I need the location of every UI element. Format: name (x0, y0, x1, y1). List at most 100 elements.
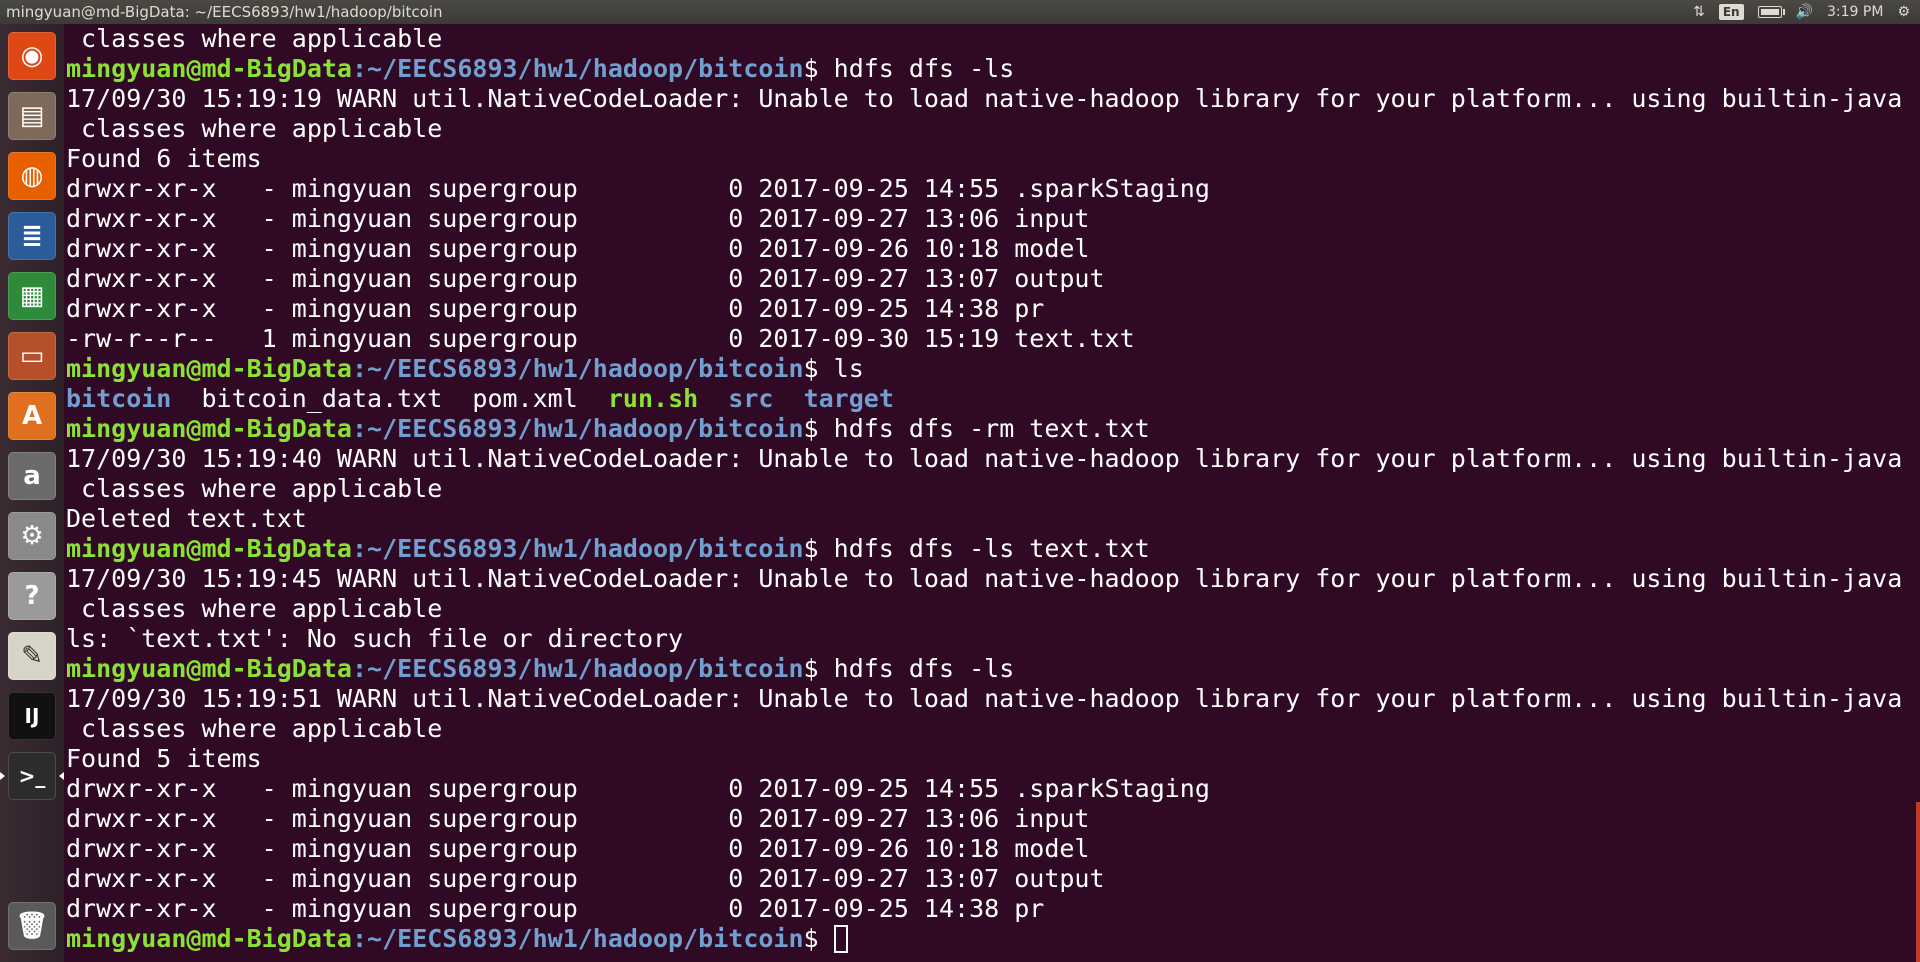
indicator-area: ⇅ En 🔊 3:19 PM ⚙ (1693, 4, 1920, 20)
window-title: mingyuan@md-BigData: ~/EECS6893/hw1/hado… (6, 3, 443, 21)
top-panel: mingyuan@md-BigData: ~/EECS6893/hw1/hado… (0, 0, 1920, 24)
ubuntu-dash-icon-glyph: ◉ (20, 41, 44, 71)
keyboard-layout-indicator[interactable]: En (1718, 4, 1744, 20)
command-text: hdfs dfs -ls text.txt (833, 534, 1150, 563)
prompt-user-host: mingyuan@md-BigData (66, 414, 352, 443)
output-text: classes where applicable (66, 474, 443, 503)
terminal-line: Found 5 items (66, 744, 1920, 774)
command-text: ls (833, 354, 864, 383)
text-editor-icon[interactable]: ✎ (8, 632, 56, 680)
settings-icon[interactable]: ⚙ (1897, 4, 1910, 20)
files-icon-glyph: ▤ (19, 101, 45, 131)
prompt-path: :~/EECS6893/hw1/hadoop/bitcoin (351, 354, 804, 383)
software-center-icon[interactable]: A (8, 392, 56, 440)
files-icon[interactable]: ▤ (8, 92, 56, 140)
terminal-line: drwxr-xr-x - mingyuan supergroup 0 2017-… (66, 894, 1920, 924)
output-text: drwxr-xr-x - mingyuan supergroup 0 2017-… (66, 864, 1105, 893)
output-text: 17/09/30 15:19:45 WARN util.NativeCodeLo… (66, 564, 1903, 593)
ls-spacer (773, 384, 803, 413)
ls-spacer (442, 384, 472, 413)
amazon-icon-glyph: a (23, 461, 41, 491)
terminal-line: Found 6 items (66, 144, 1920, 174)
prompt-path: :~/EECS6893/hw1/hadoop/bitcoin (351, 924, 804, 953)
prompt-path: :~/EECS6893/hw1/hadoop/bitcoin (351, 654, 804, 683)
software-center-icon-glyph: A (21, 401, 43, 431)
output-text: drwxr-xr-x - mingyuan supergroup 0 2017-… (66, 804, 1090, 833)
terminal-line: 17/09/30 15:19:40 WARN util.NativeCodeLo… (66, 444, 1920, 474)
ls-directory: bitcoin (66, 384, 172, 413)
ls-executable: run.sh (607, 384, 699, 413)
firefox-icon-glyph: ◍ (20, 161, 44, 191)
help-icon-glyph: ? (24, 581, 40, 611)
terminal-line: drwxr-xr-x - mingyuan supergroup 0 2017-… (66, 174, 1920, 204)
terminal-line: -rw-r--r-- 1 mingyuan supergroup 0 2017-… (66, 324, 1920, 354)
output-text: 17/09/30 15:19:51 WARN util.NativeCodeLo… (66, 684, 1903, 713)
command-text: hdfs dfs -ls (833, 654, 1015, 683)
command-text: hdfs dfs -ls (833, 54, 1015, 83)
terminal-line: classes where applicable (66, 714, 1920, 744)
prompt-sign: $ (803, 924, 834, 953)
text-cursor[interactable] (833, 925, 848, 953)
ubuntu-dash-icon[interactable]: ◉ (8, 32, 56, 80)
prompt-user-host: mingyuan@md-BigData (66, 354, 352, 383)
output-text: classes where applicable (66, 714, 443, 743)
trash-icon[interactable]: 🗑 (8, 902, 56, 950)
output-text: classes where applicable (66, 24, 443, 53)
output-text: Found 5 items (66, 744, 262, 773)
terminal-line: drwxr-xr-x - mingyuan supergroup 0 2017-… (66, 864, 1920, 894)
terminal-line: mingyuan@md-BigData:~/EECS6893/hw1/hadoo… (66, 534, 1920, 564)
output-text: drwxr-xr-x - mingyuan supergroup 0 2017-… (66, 264, 1105, 293)
libreoffice-writer-icon-glyph: ≣ (21, 221, 43, 251)
terminal-line: mingyuan@md-BigData:~/EECS6893/hw1/hadoo… (66, 414, 1920, 444)
intellij-icon-glyph: IJ (24, 704, 40, 728)
prompt-sign: $ (803, 54, 834, 83)
output-text: classes where applicable (66, 114, 443, 143)
terminal-line: drwxr-xr-x - mingyuan supergroup 0 2017-… (66, 294, 1920, 324)
launcher: ◉ ▤ ◍ ≣ ▦ ▭ Aa ⚙? ✎ IJ >_ 🗑 (0, 24, 65, 962)
output-text: drwxr-xr-x - mingyuan supergroup 0 2017-… (66, 294, 1045, 323)
scrollbar[interactable] (1916, 802, 1920, 962)
output-text: 17/09/30 15:19:40 WARN util.NativeCodeLo… (66, 444, 1903, 473)
network-icon[interactable]: ⇅ (1693, 4, 1705, 20)
terminal-line: 17/09/30 15:19:45 WARN util.NativeCodeLo… (66, 564, 1920, 594)
prompt-path: :~/EECS6893/hw1/hadoop/bitcoin (351, 54, 804, 83)
libreoffice-impress-icon[interactable]: ▭ (8, 332, 56, 380)
prompt-user-host: mingyuan@md-BigData (66, 54, 352, 83)
command-text: hdfs dfs -rm text.txt (833, 414, 1150, 443)
volume-icon[interactable]: 🔊 (1796, 4, 1813, 20)
help-icon[interactable]: ? (8, 572, 56, 620)
amazon-icon[interactable]: a (8, 452, 56, 500)
ls-file: bitcoin_data.txt (201, 384, 443, 413)
trash-glyph: 🗑 (15, 911, 49, 941)
libreoffice-writer-icon[interactable]: ≣ (8, 212, 56, 260)
libreoffice-calc-icon[interactable]: ▦ (8, 272, 56, 320)
prompt-path: :~/EECS6893/hw1/hadoop/bitcoin (351, 534, 804, 563)
terminal-line: drwxr-xr-x - mingyuan supergroup 0 2017-… (66, 834, 1920, 864)
terminal-icon[interactable]: >_ (0, 752, 64, 800)
output-text: drwxr-xr-x - mingyuan supergroup 0 2017-… (66, 174, 1210, 203)
libreoffice-calc-icon-glyph: ▦ (19, 281, 45, 311)
terminal-line: mingyuan@md-BigData:~/EECS6893/hw1/hadoo… (66, 924, 1920, 954)
libreoffice-impress-icon-glyph: ▭ (19, 341, 45, 371)
ls-spacer (698, 384, 728, 413)
output-text: Found 6 items (66, 144, 262, 173)
terminal-line: 17/09/30 15:19:51 WARN util.NativeCodeLo… (66, 684, 1920, 714)
output-text: classes where applicable (66, 594, 443, 623)
output-text: -rw-r--r-- 1 mingyuan supergroup 0 2017-… (66, 324, 1135, 353)
terminal-line: 17/09/30 15:19:19 WARN util.NativeCodeLo… (66, 84, 1920, 114)
output-text: drwxr-xr-x - mingyuan supergroup 0 2017-… (66, 894, 1045, 923)
output-text: ls: `text.txt': No such file or director… (66, 624, 684, 653)
terminal-icon-glyph: >_ (18, 764, 46, 788)
system-settings-icon[interactable]: ⚙ (8, 512, 56, 560)
terminal-output[interactable]: classes where applicable mingyuan@md-BigD… (64, 24, 1920, 962)
prompt-sign: $ (803, 354, 834, 383)
clock[interactable]: 3:19 PM (1827, 4, 1883, 20)
terminal-line: classes where applicable (66, 114, 1920, 144)
battery-icon[interactable] (1757, 6, 1785, 18)
terminal-line: classes where applicable (66, 24, 1920, 54)
terminal-line: drwxr-xr-x - mingyuan supergroup 0 2017-… (66, 204, 1920, 234)
system-settings-icon-glyph: ⚙ (20, 521, 44, 551)
intellij-icon[interactable]: IJ (8, 692, 56, 740)
firefox-icon[interactable]: ◍ (8, 152, 56, 200)
output-text: Deleted text.txt (66, 504, 307, 533)
